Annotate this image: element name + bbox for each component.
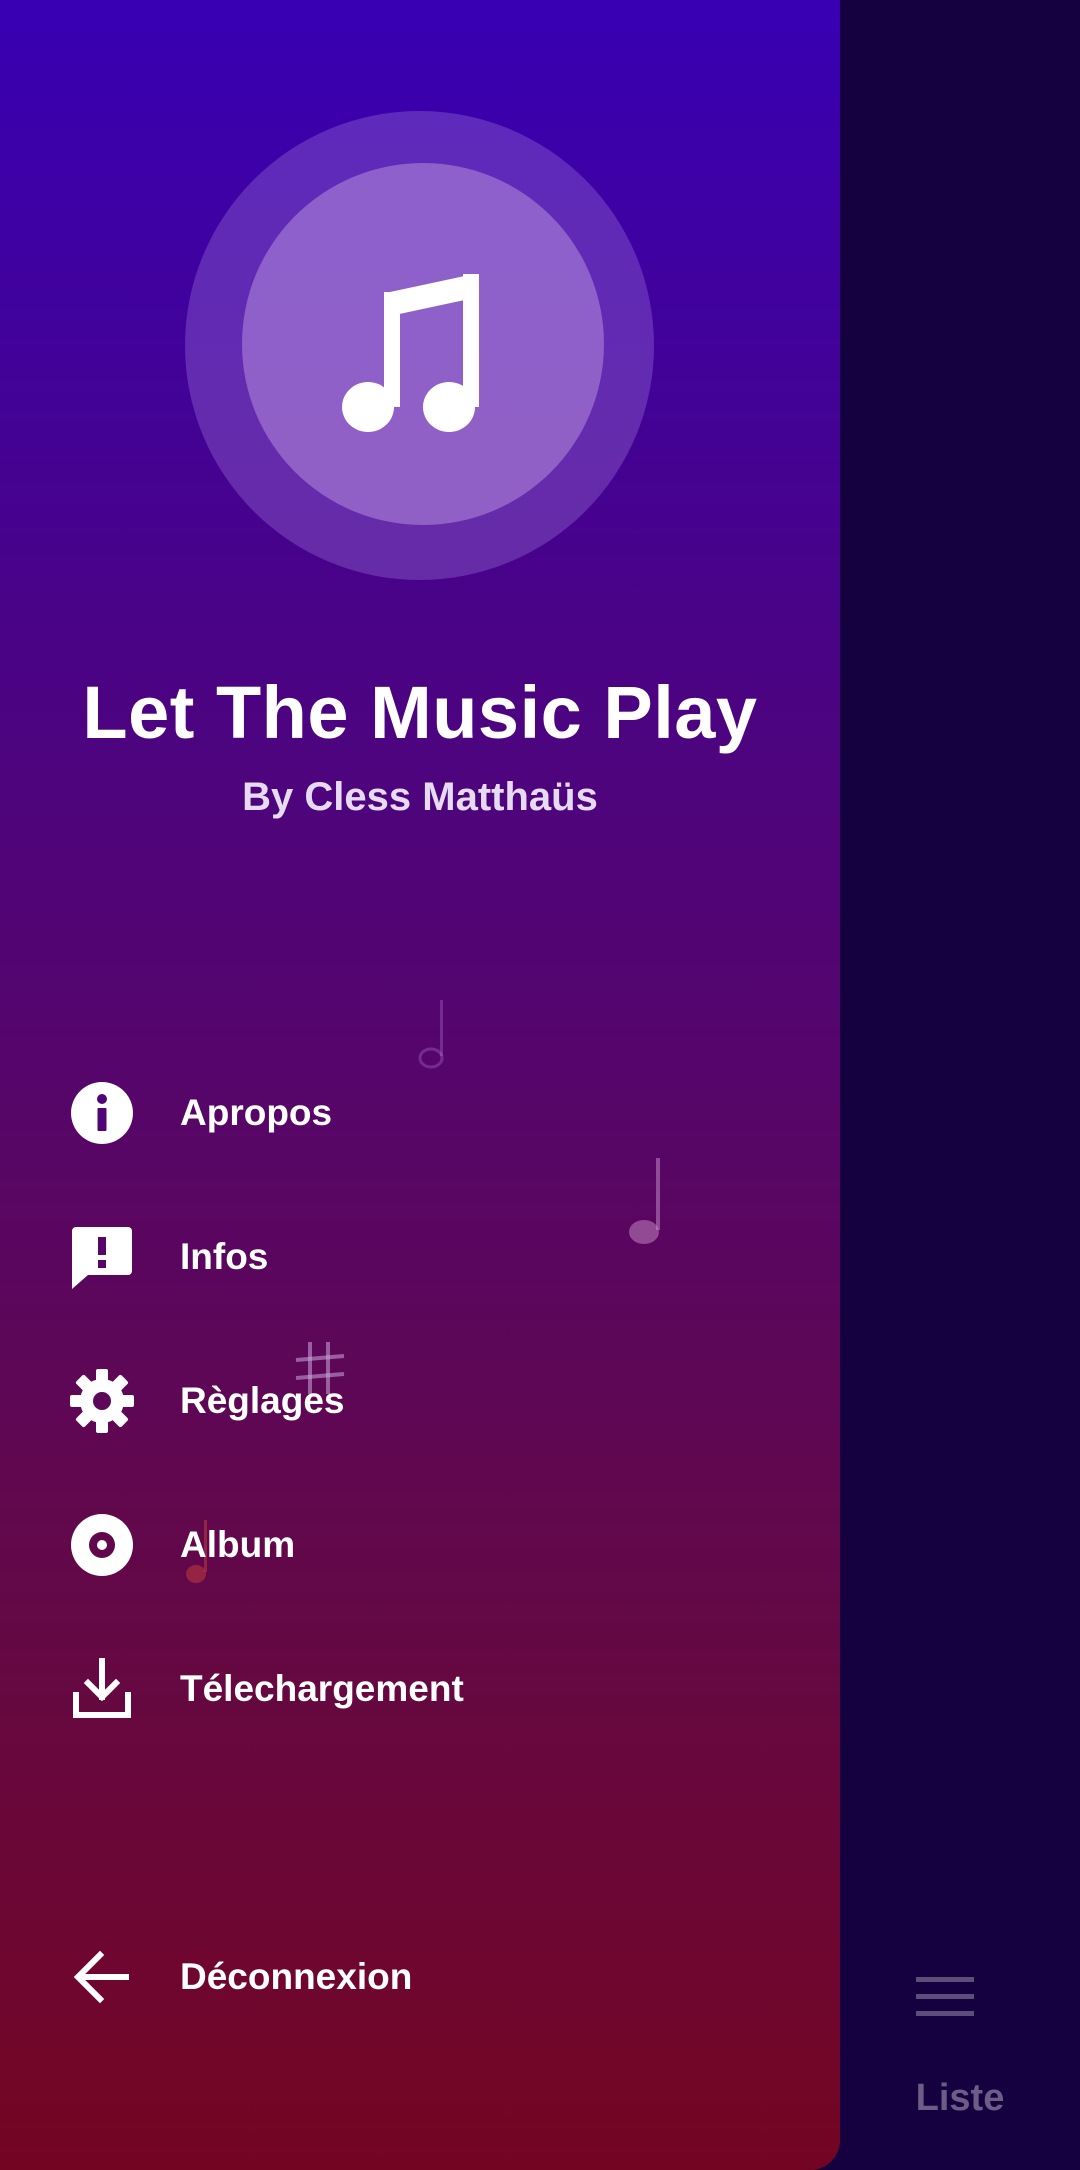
arrow-left-icon (73, 1950, 129, 2004)
gear-icon (70, 1369, 134, 1433)
menu-item-infos[interactable]: Infos (0, 1202, 840, 1312)
app-title: Let The Music Play (82, 671, 758, 754)
menu-item-telechargement[interactable]: Télechargement (0, 1634, 840, 1744)
menu-item-label: Album (180, 1524, 296, 1565)
menu-item-reglages[interactable]: Règlages (0, 1346, 840, 1456)
app-subtitle: By Cless Matthaüs (242, 775, 598, 819)
app-screen: Let The Music Play By Cless Matthaüs Apr… (0, 0, 1080, 2170)
music-note-icon (342, 274, 479, 432)
main-content-scrim[interactable] (840, 0, 1080, 2170)
menu-item-label: Télechargement (180, 1668, 464, 1709)
menu-item-album[interactable]: Album (0, 1490, 840, 1600)
feedback-icon (72, 1227, 132, 1289)
info-icon (71, 1082, 133, 1144)
menu-item-label: Règlages (180, 1380, 345, 1421)
navigation-drawer: Let The Music Play By Cless Matthaüs Apr… (0, 0, 840, 2170)
menu-item-apropos[interactable]: Apropos (0, 1058, 840, 1168)
hamburger-menu-icon[interactable] (916, 1975, 974, 2019)
menu-item-label: Apropos (180, 1092, 333, 1133)
download-icon (73, 1658, 131, 1718)
logout-label: Déconnexion (180, 1956, 413, 1997)
list-tab-label: Liste (915, 2077, 1005, 2119)
album-disc-icon (71, 1514, 133, 1576)
menu-item-label: Infos (180, 1236, 269, 1277)
logout-button[interactable]: Déconnexion (0, 1922, 840, 2032)
